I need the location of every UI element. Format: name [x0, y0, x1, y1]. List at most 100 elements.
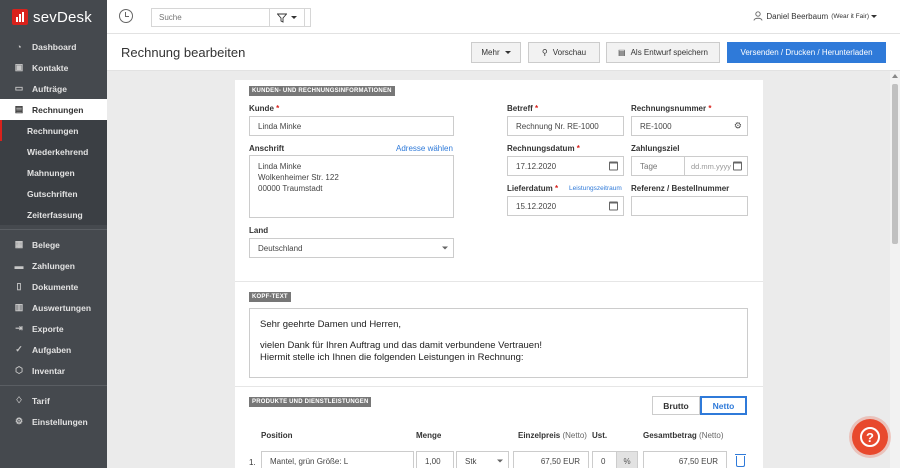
- row-number: 1.: [249, 458, 256, 467]
- scrollbar[interactable]: [890, 71, 900, 468]
- referenz-field[interactable]: [631, 196, 748, 216]
- col-header-menge: Menge: [416, 431, 442, 440]
- leistungszeitraum-link[interactable]: Leistungszeitraum: [569, 185, 622, 192]
- einzelpreis-field[interactable]: 67,50 EUR: [513, 451, 589, 468]
- save-draft-button[interactable]: ▤ Als Entwurf speichern: [606, 42, 720, 63]
- sidebar-item-exporte[interactable]: ⇥ Exporte: [0, 318, 107, 339]
- lieferdatum-value: 15.12.2020: [516, 201, 557, 211]
- main-content: KUNDEN- UND RECHNUNGSINFORMATIONEN Kunde…: [107, 71, 900, 468]
- rechnungsdatum-value: 17.12.2020: [516, 161, 557, 171]
- sidebar-subitem-mahnungen[interactable]: Mahnungen: [0, 162, 107, 183]
- preview-button-label: Vorschau: [552, 48, 587, 57]
- send-button[interactable]: Versenden / Drucken / Herunterladen: [727, 42, 886, 63]
- col-header-gesamt: Gesamtbetrag (Netto): [643, 431, 724, 440]
- calendar-icon[interactable]: [609, 201, 618, 211]
- sidebar-item-inventar[interactable]: ⬡ Inventar: [0, 360, 107, 381]
- gear-icon[interactable]: ⚙: [734, 121, 742, 132]
- sidebar-subitem-wiederkehrend[interactable]: Wiederkehrend: [0, 141, 107, 162]
- folder-icon: ▭: [14, 83, 24, 93]
- menge-field[interactable]: 1,00: [416, 451, 454, 468]
- sidebar-item-einstellungen[interactable]: ⚙ Einstellungen: [0, 411, 107, 432]
- files-icon: ▯: [16, 281, 22, 291]
- card-icon: ▬: [14, 260, 24, 271]
- rechnungsnummer-label: Rechnungsnummer *: [631, 104, 712, 113]
- address-line: Linda Minke: [258, 162, 302, 171]
- sidebar-item-auftraege[interactable]: ▭ Aufträge: [0, 78, 107, 99]
- more-button-label: Mehr: [481, 48, 500, 57]
- more-button[interactable]: Mehr: [471, 42, 521, 63]
- address-line: 00000 Traumstadt: [258, 184, 323, 193]
- invoice-form: KUNDEN- UND RECHNUNGSINFORMATIONEN Kunde…: [235, 80, 763, 468]
- netto-toggle-button[interactable]: Netto: [700, 396, 747, 415]
- bell-icon: ♢: [14, 395, 24, 405]
- sidebar-item-dashboard[interactable]: ◔ Dashboard: [0, 36, 107, 57]
- land-label: Land: [249, 226, 269, 235]
- sidebar-item-label: Aufträge: [32, 83, 67, 94]
- kopftext-line: vielen Dank für Ihren Auftrag und das da…: [260, 340, 543, 351]
- gear-icon: ⚙: [14, 416, 24, 426]
- sidebar-item-aufgaben[interactable]: ✓ Aufgaben: [0, 339, 107, 360]
- lieferdatum-field[interactable]: 15.12.2020: [507, 196, 624, 216]
- document-icon: ▤: [14, 104, 24, 114]
- sidebar-item-label: Auswertungen: [32, 302, 92, 313]
- logo-text: sevDesk: [33, 8, 92, 26]
- sidebar-item-belege[interactable]: ▦ Belege: [0, 234, 107, 255]
- scrollbar-thumb[interactable]: [892, 84, 898, 244]
- calendar-icon[interactable]: [609, 161, 618, 171]
- trash-icon[interactable]: [735, 454, 746, 467]
- search-icon: ⚲: [541, 48, 548, 57]
- kopftext-editor[interactable]: Sehr geehrte Damen und Herren, vielen Da…: [249, 308, 748, 378]
- calendar-icon[interactable]: [733, 161, 742, 171]
- address-field[interactable]: Linda Minke Wolkenheimer Str. 122 00000 …: [249, 155, 454, 218]
- sidebar-item-label: Dashboard: [32, 41, 77, 52]
- col-header-einzelpreis: Einzelpreis (Netto): [518, 431, 587, 440]
- sidebar-subitem-zeiterfassung[interactable]: Zeiterfassung: [0, 204, 107, 225]
- kunde-field[interactable]: Linda Minke: [249, 116, 454, 136]
- ust-field[interactable]: 0: [592, 451, 617, 468]
- sidebar-item-dokumente[interactable]: ▯ Dokumente: [0, 276, 107, 297]
- rechnungsnummer-value: RE-1000: [640, 121, 672, 131]
- kunde-label: Kunde *: [249, 104, 280, 113]
- unit-value: Stk: [465, 456, 477, 466]
- sidebar-item-auswertungen[interactable]: ▥ Auswertungen: [0, 297, 107, 318]
- zahlungsziel-date-field[interactable]: dd.mm.yyyy: [684, 156, 748, 176]
- chevron-down-icon: [504, 51, 511, 54]
- history-icon[interactable]: [119, 9, 133, 23]
- sidebar-item-kontakte[interactable]: ▣ Kontakte: [0, 57, 107, 78]
- land-select[interactable]: Deutschland: [249, 238, 454, 258]
- unit-select[interactable]: Stk: [456, 451, 509, 468]
- rechnungsdatum-field[interactable]: 17.12.2020: [507, 156, 624, 176]
- sidebar-divider: [0, 385, 107, 386]
- rechnungsnummer-field[interactable]: RE-1000 ⚙: [631, 116, 748, 136]
- sidebar-subitem-gutschriften[interactable]: Gutschriften: [0, 183, 107, 204]
- zahlungsziel-days-input[interactable]: [631, 156, 685, 176]
- sidebar-item-label: Einstellungen: [32, 416, 88, 427]
- page-header: Rechnung bearbeiten Mehr ⚲ Vorschau ▤ Als …: [107, 34, 900, 71]
- rechnungsdatum-label: Rechnungsdatum *: [507, 144, 580, 153]
- sidebar-item-rechnungen[interactable]: ▤ Rechnungen: [0, 99, 107, 120]
- export-icon: ⇥: [15, 323, 23, 333]
- chart-icon: ▥: [14, 302, 24, 312]
- kopftext-line: Sehr geehrte Damen und Herren,: [260, 319, 401, 330]
- logo[interactable]: sevDesk: [0, 0, 107, 34]
- preview-button[interactable]: ⚲ Vorschau: [528, 42, 600, 63]
- gesamt-field[interactable]: 67,50 EUR: [643, 451, 727, 468]
- col-header-ust: Ust.: [592, 431, 608, 440]
- betreff-field[interactable]: Rechnung Nr. RE-1000: [507, 116, 624, 136]
- sidebar: sevDesk ◔ Dashboard ▣ Kontakte ▭ Aufträge ▤…: [0, 0, 107, 468]
- filter-button[interactable]: [269, 8, 305, 27]
- sidebar-item-zahlungen[interactable]: ▬ Zahlungen: [0, 255, 107, 276]
- adresse-waehlen-link[interactable]: Adresse wählen: [396, 144, 453, 153]
- receipt-icon: ▦: [14, 239, 24, 249]
- section-tag-kopftext: KOPF-TEXT: [249, 292, 291, 302]
- sidebar-item-label: Aufgaben: [32, 344, 72, 355]
- position-name-field[interactable]: Mantel, grün Größe: L: [261, 451, 414, 468]
- user-menu[interactable]: Daniel Beerbaum (Wear it Fair): [753, 11, 877, 21]
- brutto-toggle-button[interactable]: Brutto: [652, 396, 700, 415]
- sidebar-subitem-rechnungen[interactable]: Rechnungen: [0, 120, 107, 141]
- section-divider: [235, 281, 763, 282]
- sidebar-item-tarif[interactable]: ♢ Tarif: [0, 390, 107, 411]
- help-button[interactable]: ?: [852, 419, 888, 455]
- section-divider: [235, 386, 763, 387]
- scroll-up-arrow-icon[interactable]: [892, 74, 898, 78]
